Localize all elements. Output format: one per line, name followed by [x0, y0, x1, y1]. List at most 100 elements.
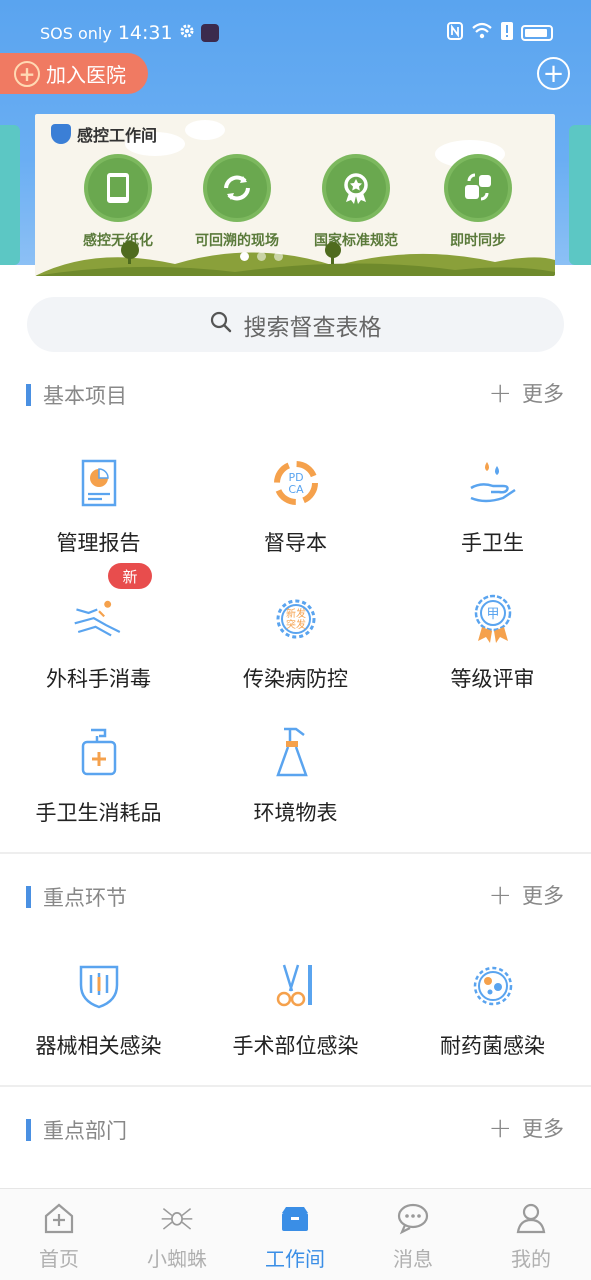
grade-badge-icon: 甲 [467, 593, 519, 645]
carousel-next-card[interactable] [569, 125, 591, 265]
grid-item-hand-hygiene[interactable]: 手卫生 [394, 457, 591, 557]
svg-text:CA: CA [288, 483, 304, 496]
banner-logo-text: 感控工作间 [77, 126, 158, 145]
section-accent-bar [26, 384, 31, 406]
carrier-text: SOS only [40, 23, 112, 43]
carousel-dots [240, 252, 283, 261]
tab-workspace[interactable]: 工作间 [236, 1201, 354, 1272]
grid-label: 传染病防控 [243, 667, 348, 691]
section-divider [0, 852, 591, 854]
new-badge: 新 [108, 563, 152, 589]
carousel-dot[interactable] [257, 252, 266, 261]
key-departments-more-button[interactable]: + 更多 [489, 1113, 564, 1143]
join-hospital-label: 加入医院 [46, 63, 126, 87]
sync-icon [448, 158, 508, 218]
alert-icon [501, 22, 513, 44]
award-icon [326, 158, 386, 218]
clock-text: 14:31 [117, 22, 173, 44]
bacteria-icon [467, 960, 519, 1012]
grid-item-drug-resistant-infection[interactable]: 耐药菌感染 [394, 960, 591, 1060]
section-title-text: 基本项目 [43, 384, 127, 408]
grid-label: 手卫生消耗品 [35, 801, 162, 825]
section-key-links-title: 重点环节 [26, 882, 127, 912]
basic-more-button[interactable]: + 更多 [489, 378, 564, 408]
grid-label: 督导本 [264, 531, 327, 555]
join-hospital-button[interactable]: + 加入医院 [0, 53, 148, 94]
key-links-more-button[interactable]: + 更多 [489, 880, 564, 910]
sanitizer-icon [73, 727, 125, 779]
app-notification-icon [200, 24, 219, 42]
refresh-icon [207, 158, 267, 218]
settings-icon [179, 23, 195, 43]
svg-text:新发: 新发 [286, 607, 306, 620]
tab-label: 首页 [39, 1247, 79, 1271]
shield-logo-icon [51, 124, 71, 144]
search-placeholder: 搜索督查表格 [243, 314, 382, 341]
message-icon [396, 1201, 430, 1235]
more-label: 更多 [522, 884, 564, 908]
tab-messages[interactable]: 消息 [354, 1201, 472, 1272]
grid-item-environment-surface[interactable]: 环境物表 [197, 727, 394, 827]
plus-icon: + [488, 376, 512, 409]
banner-logo: 感控工作间 [51, 122, 157, 146]
spray-bottle-icon [270, 727, 322, 779]
profile-icon [514, 1201, 548, 1235]
bottom-tab-bar: 首页 小蜘蛛 工作间 消息 我的 [0, 1188, 591, 1280]
section-title-text: 重点环节 [43, 886, 127, 910]
status-right [447, 22, 553, 44]
grid-label: 环境物表 [253, 801, 338, 825]
tab-label: 小蜘蛛 [147, 1247, 207, 1271]
tab-label: 工作间 [265, 1247, 325, 1271]
shield-icon [73, 960, 125, 1012]
hand-hygiene-icon [467, 457, 519, 509]
grid-item-management-report[interactable]: 管理报告 [0, 457, 197, 557]
grid-item-hygiene-consumables[interactable]: 手卫生消耗品 [0, 727, 197, 827]
tab-profile[interactable]: 我的 [472, 1201, 590, 1272]
section-title-text: 重点部门 [43, 1119, 127, 1143]
workspace-icon [278, 1201, 312, 1235]
home-icon [42, 1201, 76, 1235]
search-bar[interactable]: 搜索督查表格 [27, 297, 564, 352]
svg-text:突发: 突发 [286, 618, 306, 631]
grid-item-surgical-site-infection[interactable]: 手术部位感染 [197, 960, 394, 1060]
search-icon [210, 311, 232, 339]
tablet-icon [88, 158, 148, 218]
grid-item-infectious-disease[interactable]: 新发 突发 传染病防控 [197, 593, 394, 693]
grid-item-grade-review[interactable]: 甲 等级评审 [394, 593, 591, 693]
section-accent-bar [26, 1119, 31, 1141]
grid-item-supervision-book[interactable]: PD CA 督导本 [197, 457, 394, 557]
grid-label: 器械相关感染 [35, 1034, 162, 1058]
carousel-dot[interactable] [274, 252, 283, 261]
grid-label: 管理报告 [56, 531, 141, 555]
tab-label: 我的 [511, 1247, 551, 1271]
add-button[interactable]: + [537, 57, 570, 90]
section-key-departments-title: 重点部门 [26, 1115, 127, 1145]
plus-icon: + [488, 878, 512, 911]
pdca-icon: PD CA [270, 457, 322, 509]
section-divider [0, 1085, 591, 1087]
promo-banner[interactable]: 感控工作间 感控无纸化 可回溯的现场 国家标准规范 即时同步 [35, 114, 555, 276]
plus-icon: + [542, 58, 565, 89]
grid-item-surgical-hand[interactable]: 外科手消毒 [0, 593, 197, 693]
virus-icon: 新发 突发 [270, 593, 322, 645]
tab-home[interactable]: 首页 [0, 1201, 118, 1272]
more-label: 更多 [522, 382, 564, 406]
grid-label: 手卫生 [461, 531, 524, 555]
tab-spider[interactable]: 小蜘蛛 [118, 1201, 236, 1272]
scissors-icon [270, 960, 322, 1012]
section-accent-bar [26, 886, 31, 908]
battery-icon [521, 25, 553, 41]
status-left: SOS only 14:31 [40, 22, 219, 44]
carousel-prev-card[interactable] [0, 125, 20, 265]
tab-label: 消息 [393, 1247, 433, 1271]
hills-decoration [35, 241, 555, 276]
report-icon [73, 457, 125, 509]
more-label: 更多 [522, 1117, 564, 1141]
grid-item-device-infection[interactable]: 器械相关感染 [0, 960, 197, 1060]
nfc-icon [447, 22, 463, 44]
cloud-decoration [185, 120, 225, 140]
plus-circle-icon: + [14, 60, 40, 87]
surgical-hand-icon [73, 593, 125, 645]
carousel-dot[interactable] [240, 252, 249, 261]
grid-label: 手术部位感染 [232, 1034, 359, 1058]
